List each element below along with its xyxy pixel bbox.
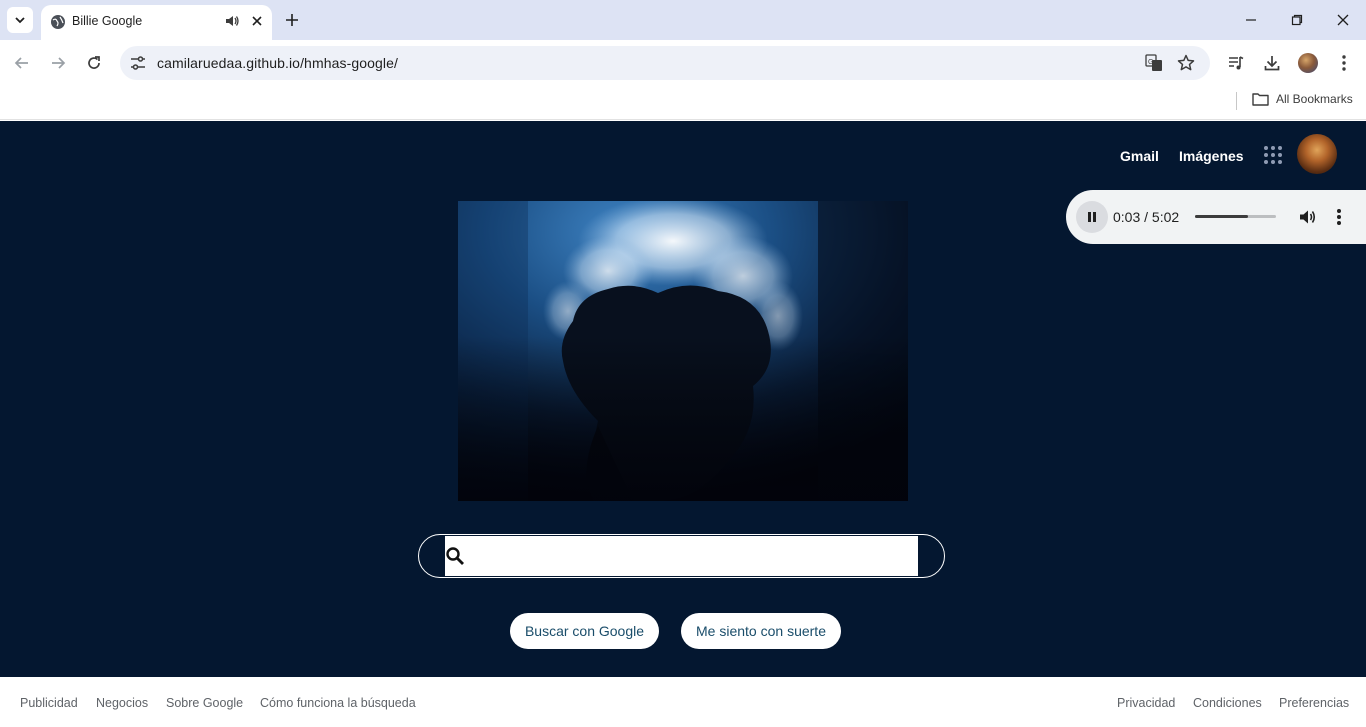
footer-link-business[interactable]: Negocios [96, 696, 148, 710]
speaker-icon[interactable] [224, 13, 240, 29]
browser-toolbar: camilaruedaa.github.io/hmhas-google/ G [0, 40, 1366, 85]
playlist-music-icon [1229, 56, 1244, 70]
close-tab-button[interactable] [248, 12, 266, 30]
close-window-button[interactable] [1331, 8, 1355, 32]
minimize-icon [1246, 19, 1256, 21]
hero-image [458, 201, 908, 501]
footer-link-privacy[interactable]: Privacidad [1117, 696, 1175, 710]
more-vertical-icon [1342, 55, 1346, 71]
close-icon [252, 16, 262, 26]
volume-icon[interactable] [1297, 207, 1317, 227]
arrow-left-icon [14, 57, 28, 69]
profile-button[interactable] [1296, 51, 1320, 75]
search-input[interactable] [465, 536, 918, 576]
reload-icon [88, 56, 100, 69]
downloads-button[interactable] [1260, 51, 1284, 75]
close-icon [1337, 14, 1349, 26]
forward-button[interactable] [46, 51, 70, 75]
audio-time: 0:03 / 5:02 [1113, 209, 1180, 225]
apps-dot [1278, 153, 1282, 157]
tab-search-button[interactable] [7, 7, 33, 33]
translate-icon: G [1145, 54, 1162, 71]
all-bookmarks-label: All Bookmarks [1276, 92, 1353, 106]
address-bar[interactable]: camilaruedaa.github.io/hmhas-google/ G [120, 46, 1210, 80]
site-settings-icon[interactable] [128, 53, 148, 73]
minimize-button[interactable] [1239, 8, 1263, 32]
media-control-button[interactable] [1224, 51, 1248, 75]
footer-link-how-search-works[interactable]: Cómo funciona la búsqueda [260, 696, 416, 710]
reload-button[interactable] [82, 51, 106, 75]
google-search-button[interactable]: Buscar con Google [510, 613, 659, 649]
browser-menu-button[interactable] [1332, 51, 1356, 75]
footer-link-advertising[interactable]: Publicidad [20, 696, 78, 710]
search-button[interactable] [445, 536, 465, 576]
apps-dot [1278, 160, 1282, 164]
bookmarks-bar: All Bookmarks [0, 85, 1366, 120]
bookmark-star-button[interactable] [1176, 53, 1196, 73]
url-text: camilaruedaa.github.io/hmhas-google/ [157, 55, 398, 71]
search-box [418, 534, 945, 578]
account-avatar[interactable] [1297, 134, 1337, 174]
folder-icon [1252, 93, 1269, 106]
chevron-down-icon [15, 17, 25, 24]
restore-button[interactable] [1285, 8, 1309, 32]
audio-player: 0:03 / 5:02 [1066, 190, 1366, 244]
gmail-link[interactable]: Gmail [1120, 148, 1159, 164]
search-icon [446, 547, 464, 565]
all-bookmarks-button[interactable]: All Bookmarks [1252, 92, 1353, 106]
pause-icon [1088, 212, 1096, 222]
apps-dot [1271, 146, 1275, 150]
apps-grid-button[interactable] [1264, 146, 1284, 166]
globe-icon [51, 15, 65, 29]
translate-button[interactable]: G [1144, 53, 1164, 73]
back-button[interactable] [10, 51, 34, 75]
restore-icon [1291, 14, 1303, 26]
footer-link-settings[interactable]: Preferencias [1279, 696, 1349, 710]
svg-text:G: G [1148, 59, 1153, 66]
footer-link-terms[interactable]: Condiciones [1193, 696, 1262, 710]
apps-dot [1264, 146, 1268, 150]
apps-dot [1264, 160, 1268, 164]
new-tab-button[interactable] [281, 9, 303, 31]
audio-progress-slider[interactable] [1195, 215, 1276, 218]
more-vertical-icon[interactable] [1334, 207, 1344, 227]
profile-avatar [1298, 53, 1318, 73]
star-icon [1177, 54, 1195, 71]
download-icon [1264, 56, 1280, 71]
footer-link-about[interactable]: Sobre Google [166, 696, 243, 710]
tab-strip: Billie Google [0, 0, 1366, 40]
feeling-lucky-button[interactable]: Me siento con suerte [681, 613, 841, 649]
bookmarks-separator [1236, 92, 1237, 110]
plus-icon [286, 14, 298, 26]
active-tab[interactable]: Billie Google [41, 5, 272, 40]
audio-progress-fill [1195, 215, 1248, 218]
apps-dot [1264, 153, 1268, 157]
pause-button[interactable] [1076, 201, 1108, 233]
apps-dot [1271, 160, 1275, 164]
apps-dot [1278, 146, 1282, 150]
underwater-figure-image [458, 201, 908, 501]
apps-dot [1271, 153, 1275, 157]
page-content: Gmail Imágenes 0:03 / 5:02 Buscar con Go… [0, 121, 1366, 677]
tab-title: Billie Google [72, 14, 143, 28]
images-link[interactable]: Imágenes [1179, 148, 1244, 164]
arrow-right-icon [52, 57, 66, 69]
footer: Publicidad Negocios Sobre Google Cómo fu… [0, 677, 1366, 727]
